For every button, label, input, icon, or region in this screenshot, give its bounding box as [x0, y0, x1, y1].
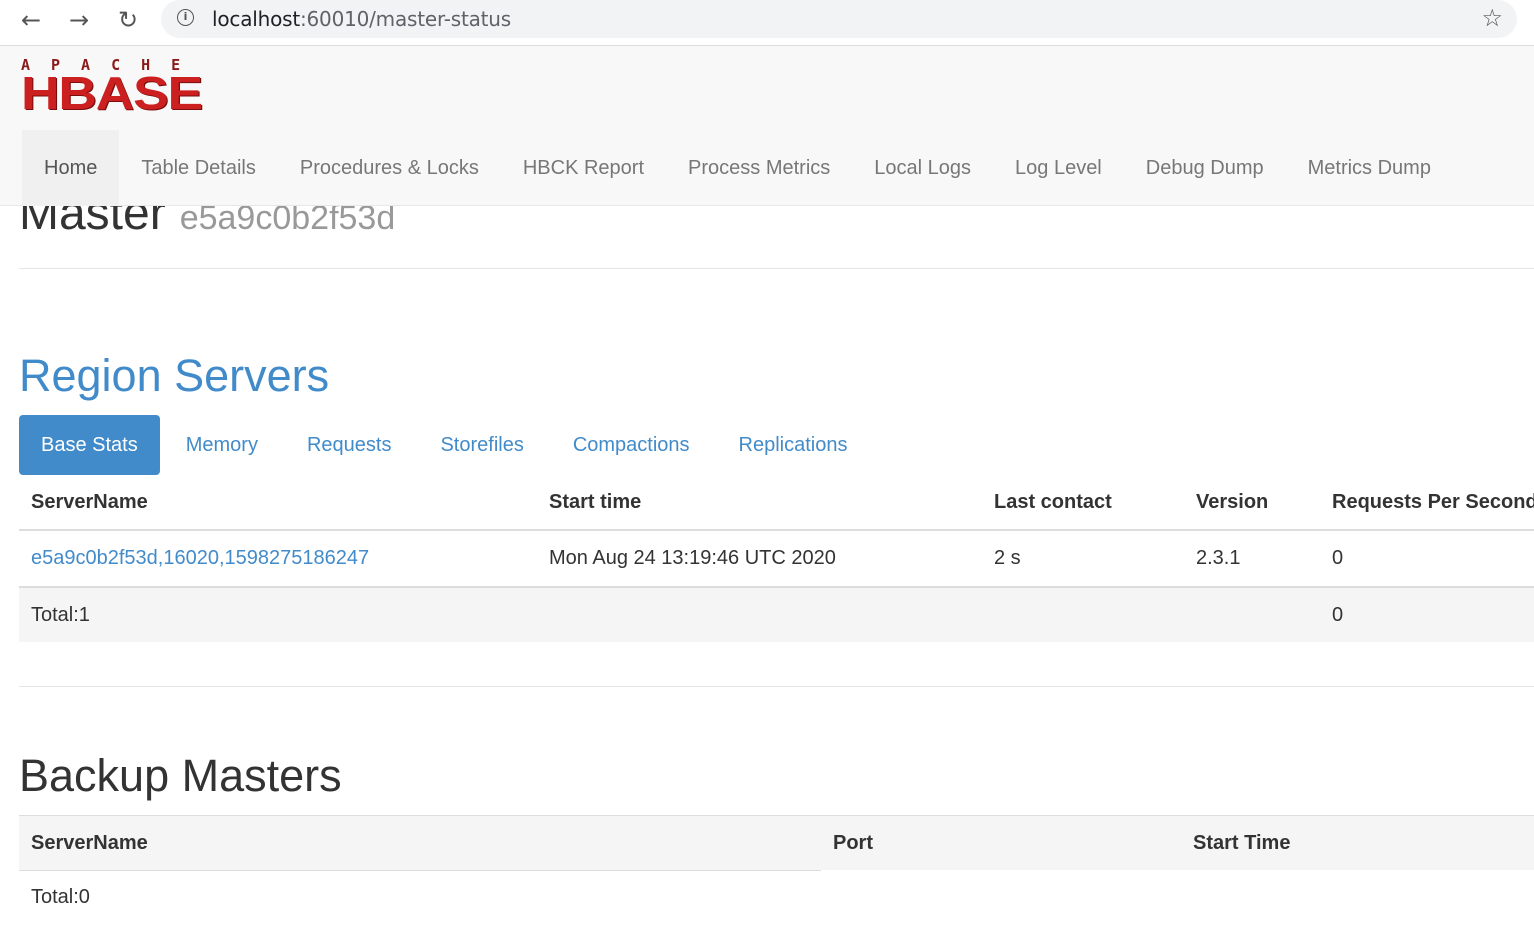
url-text[interactable]: localhost:60010/master-status [212, 7, 511, 31]
nav-table-details[interactable]: Table Details [119, 130, 278, 206]
total-label: Total:1 [31, 603, 90, 626]
total-requests-per-second: 0 [1332, 603, 1344, 626]
divider [19, 686, 1534, 687]
column-header-servername: ServerName [31, 490, 148, 513]
tab-requests[interactable]: Requests [284, 415, 415, 475]
tab-base-stats[interactable]: Base Stats [19, 415, 160, 475]
tab-replications[interactable]: Replications [716, 415, 871, 475]
address-bar[interactable]: i localhost:60010/master-status ☆ [161, 0, 1517, 38]
browser-toolbar: ← → ↻ i localhost:60010/master-status ☆ [0, 0, 1534, 46]
server-name-link[interactable]: e5a9c0b2f53d,16020,1598275186247 [31, 531, 369, 586]
hbase-logo[interactable]: APACHE HBASE [21, 57, 225, 116]
tab-memory[interactable]: Memory [163, 415, 281, 475]
back-arrow-icon[interactable]: ← [14, 3, 48, 37]
column-header-start-time: Start time [549, 490, 642, 513]
table-header-row: ServerName Port Start Time [19, 815, 1534, 870]
table-row: e5a9c0b2f53d,16020,1598275186247 Mon Aug… [19, 531, 1534, 588]
main-nav: Home Table Details Procedures & Locks HB… [22, 130, 1453, 206]
total-label: Total:0 [31, 886, 90, 908]
nav-procedures-locks[interactable]: Procedures & Locks [278, 130, 501, 206]
version-cell: 2.3.1 [1196, 547, 1241, 569]
last-contact-cell: 2 s [994, 547, 1021, 569]
info-icon[interactable]: i [177, 9, 194, 26]
nav-metrics-dump[interactable]: Metrics Dump [1286, 130, 1453, 206]
divider [19, 268, 1534, 269]
nav-home[interactable]: Home [22, 130, 120, 206]
column-header-last-contact: Last contact [994, 490, 1112, 513]
backup-masters-table: ServerName Port Start Time Total:0 [19, 815, 1534, 924]
backup-masters-heading: Backup Masters [19, 750, 342, 801]
tab-storefiles[interactable]: Storefiles [417, 415, 546, 475]
nav-process-metrics[interactable]: Process Metrics [666, 130, 852, 206]
reload-icon[interactable]: ↻ [111, 3, 145, 37]
table-total-row: Total:1 0 [19, 588, 1534, 642]
region-servers-heading[interactable]: Region Servers [19, 350, 329, 402]
column-header-servername: ServerName [31, 831, 148, 854]
table-total-row: Total:0 [19, 870, 821, 924]
url-path: :60010/master-status [299, 7, 512, 31]
nav-debug-dump[interactable]: Debug Dump [1124, 130, 1286, 206]
nav-log-level[interactable]: Log Level [993, 130, 1124, 206]
forward-arrow-icon[interactable]: → [62, 3, 96, 37]
column-header-requests-per-second: Requests Per Second [1332, 490, 1534, 513]
column-header-start-time: Start Time [1193, 831, 1291, 854]
navbar: APACHE HBASE Home Table Details Procedur… [0, 46, 1534, 206]
region-servers-table: ServerName Start time Last contact Versi… [19, 475, 1534, 642]
column-header-version: Version [1196, 490, 1269, 513]
column-header-port: Port [833, 831, 873, 854]
nav-hbck-report[interactable]: HBCK Report [501, 130, 666, 206]
bookmark-star-icon[interactable]: ☆ [1481, 4, 1503, 32]
region-server-tabs: Base Stats Memory Requests Storefiles Co… [19, 415, 874, 475]
tab-compactions[interactable]: Compactions [550, 415, 713, 475]
logo-hbase-text: HBASE [21, 67, 203, 119]
requests-per-second-cell: 0 [1332, 547, 1344, 569]
start-time-cell: Mon Aug 24 13:19:46 UTC 2020 [549, 547, 836, 569]
nav-local-logs[interactable]: Local Logs [852, 130, 993, 206]
url-host: localhost [212, 7, 300, 31]
table-header-row: ServerName Start time Last contact Versi… [19, 475, 1534, 531]
